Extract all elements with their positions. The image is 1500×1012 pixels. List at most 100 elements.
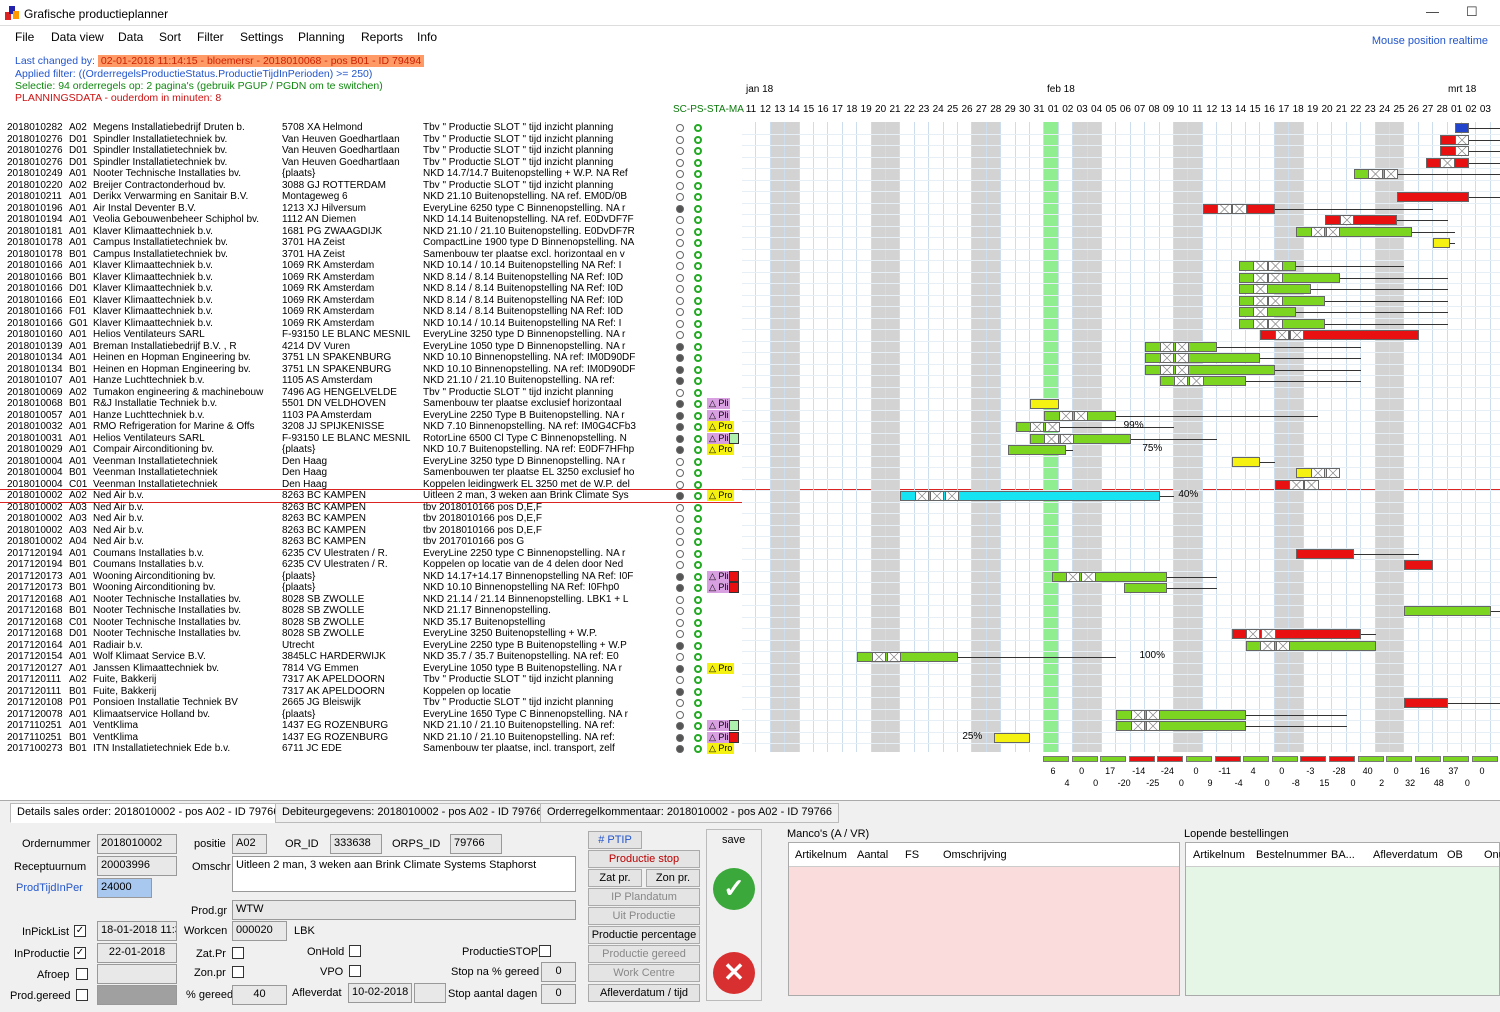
productiestop-checkbox[interactable] <box>539 945 551 957</box>
mancos-col-artikelnum[interactable]: Artikelnum <box>795 849 847 861</box>
inproductie-checkbox[interactable]: ✓ <box>74 947 86 959</box>
menu-file[interactable]: File <box>15 30 34 44</box>
mancos-col-omschrijving[interactable]: Omschrijving <box>943 849 1007 861</box>
prodtijd-field[interactable]: 24000 <box>97 878 152 898</box>
gantt-bar-block <box>1066 571 1081 582</box>
mancos-col-aantal[interactable]: Aantal <box>857 849 888 861</box>
lopende-col-bestelnummer[interactable]: Bestelnummer <box>1256 849 1327 861</box>
menu-sort[interactable]: Sort <box>159 30 181 44</box>
tab-debiteurgegevens[interactable]: Debiteurgegevens: 2018010002 - pos A02 -… <box>275 803 550 823</box>
gantt-bar[interactable] <box>994 732 1030 743</box>
zat-pr-button[interactable]: Zat pr. <box>588 869 642 887</box>
tab-orderregelkommentaar[interactable]: Orderregelkommentaar: 2018010002 - pos A… <box>540 803 839 823</box>
gantt-bar[interactable] <box>1433 238 1451 248</box>
lopende-col-ba[interactable]: BA... <box>1331 849 1355 861</box>
orps-id-field[interactable]: 79766 <box>450 834 502 854</box>
gantt-bar-block <box>1454 134 1470 145</box>
minimize-button[interactable]: — <box>1426 4 1439 19</box>
order-pos: A02 <box>69 122 87 133</box>
productie-gereed-button[interactable]: Productie gereed <box>588 945 700 963</box>
omschr-field[interactable]: Uitleen 2 man, 3 weken aan Brink Climate… <box>232 856 576 892</box>
ordernummer-field[interactable]: 2018010002 <box>97 834 177 854</box>
menu-planning[interactable]: Planning <box>298 30 345 44</box>
gantt-bar[interactable] <box>1404 698 1448 708</box>
mancos-col-fs[interactable]: FS <box>905 849 919 861</box>
gantt-bar[interactable] <box>1238 284 1311 294</box>
zatpr-checkbox[interactable] <box>232 947 244 959</box>
lopende-col-artikelnum[interactable]: Artikelnum <box>1193 849 1245 861</box>
tab-details-sales-order[interactable]: Details sales order: 2018010002 - pos A0… <box>10 803 287 823</box>
tail-line <box>1246 714 1347 716</box>
gantt-bar[interactable] <box>1404 606 1491 616</box>
gantt-bar[interactable] <box>1454 123 1470 133</box>
stop-aantal-field[interactable]: 0 <box>541 984 576 1004</box>
menu-data-view[interactable]: Data view <box>51 30 104 44</box>
gantt-bar-block <box>1044 433 1059 444</box>
gantt-bar[interactable] <box>1123 583 1167 593</box>
prodgereed-checkbox[interactable] <box>76 989 88 1001</box>
lopende-col-ob[interactable]: OB <box>1447 849 1463 861</box>
productie-percentage-button[interactable]: Productie percentage <box>588 926 700 944</box>
menu-reports[interactable]: Reports <box>361 30 403 44</box>
save-check-button[interactable]: ✓ <box>713 868 755 910</box>
capacity-value: 37 <box>1448 766 1459 776</box>
order-number: 2017120078 <box>7 708 63 720</box>
menu-settings[interactable]: Settings <box>240 30 283 44</box>
inproductie-field[interactable]: 22-01-2018 <box>97 943 177 963</box>
work-centre-button[interactable]: Work Centre <box>588 964 700 982</box>
gantt-bar[interactable] <box>1008 445 1066 455</box>
lopende-grid[interactable]: Artikelnum Bestelnummer BA... Afleverdat… <box>1185 842 1500 996</box>
inpicklist-field[interactable]: 18-01-2018 11:3 <box>97 921 177 941</box>
gantt-bar[interactable] <box>1296 548 1354 559</box>
zon-pr-button[interactable]: Zon pr. <box>646 869 700 887</box>
uit-productie-button[interactable]: Uit Productie <box>588 907 700 925</box>
menu-filter[interactable]: Filter <box>197 30 224 44</box>
stop-na-field[interactable]: 0 <box>541 962 576 982</box>
tail-line <box>1274 208 1434 210</box>
inpicklist-checkbox[interactable]: ✓ <box>74 925 86 937</box>
gantt-bar[interactable] <box>1231 456 1261 467</box>
workcen-field[interactable]: 000020 <box>232 921 287 941</box>
gantt-chart[interactable]: 99% 75% 40% 100% 25% <box>742 122 1500 752</box>
lopende-col-afleverdatum[interactable]: Afleverdatum <box>1373 849 1438 861</box>
day-number: 16 <box>817 104 829 115</box>
day-number: 17 <box>831 104 843 115</box>
afleverdat-field[interactable]: 10-02-2018 <box>348 983 412 1003</box>
onhold-checkbox[interactable] <box>349 945 361 957</box>
gantt-bar[interactable] <box>1404 560 1434 570</box>
afroep-field[interactable] <box>97 964 177 984</box>
customer-name: Spindler Installatietechniek bv. <box>93 133 228 145</box>
customer-name: R&J Installatie Techniek b.v. <box>93 398 218 409</box>
pct-gereed-field[interactable]: 40 <box>232 985 287 1005</box>
cancel-x-button[interactable]: ✕ <box>713 952 755 994</box>
mancos-grid[interactable]: Artikelnum Aantal FS Omschrijving <box>788 842 1180 996</box>
gantt-bar[interactable] <box>1030 399 1059 409</box>
status-circle <box>694 733 702 742</box>
gantt-bar[interactable] <box>1325 215 1398 225</box>
prodgereed-field[interactable] <box>97 985 177 1005</box>
vpo-checkbox[interactable] <box>349 965 361 977</box>
gantt-bar[interactable] <box>1238 307 1297 317</box>
positie-field[interactable]: A02 <box>232 834 267 854</box>
gantt-bar[interactable] <box>1397 192 1470 202</box>
maximize-button[interactable]: ☐ <box>1466 4 1478 20</box>
menu-data[interactable]: Data <box>118 30 143 44</box>
row-gridline <box>742 191 1500 192</box>
zonpr-checkbox[interactable] <box>232 966 244 978</box>
order-description: EveryLine 1050 type D Binnenopstelling. … <box>423 340 626 352</box>
ptip-button[interactable]: # PTIP <box>588 831 642 849</box>
applied-filter: Applied filter: ((OrderregelsProductieSt… <box>15 68 373 80</box>
productie-stop-button[interactable]: Productie stop <box>588 850 700 868</box>
or-id-field[interactable]: 333638 <box>330 834 382 854</box>
order-description: Tbv " Productie SLOT " tijd inzicht plan… <box>423 122 614 133</box>
ip-plandatum-button[interactable]: IP Plandatum <box>588 888 700 906</box>
afroep-checkbox[interactable] <box>76 968 88 980</box>
prodgr-field[interactable]: WTW <box>232 900 576 920</box>
aflevertijd-field[interactable] <box>414 983 446 1003</box>
day-number: 03 <box>1479 104 1491 115</box>
capacity-bar <box>1100 756 1127 762</box>
receptuurnum-field[interactable]: 20003996 <box>97 856 177 876</box>
lopende-col-onu[interactable]: Onu <box>1484 849 1500 861</box>
afleverdatum-tijd-button[interactable]: Afleverdatum / tijd <box>588 984 700 1002</box>
menu-info[interactable]: Info <box>417 30 437 44</box>
